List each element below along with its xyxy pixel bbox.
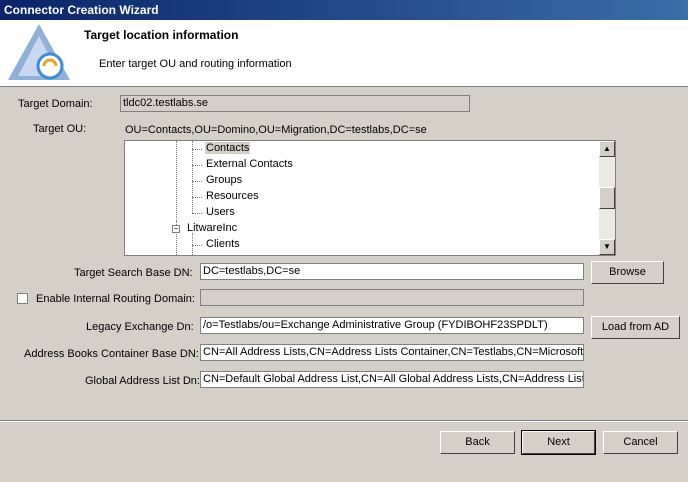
tree-item-groups[interactable]: Groups xyxy=(206,174,242,186)
tree-item-contacts[interactable]: Contacts xyxy=(205,142,251,154)
next-button[interactable]: Next xyxy=(521,430,596,455)
abc-base-dn-field[interactable]: CN=All Address Lists,CN=Address Lists Co… xyxy=(200,344,584,361)
tree-item-resources[interactable]: Resources xyxy=(206,190,259,202)
title-bar: Connector Creation Wizard xyxy=(0,0,688,20)
legacy-dn-field[interactable]: /o=Testlabs/ou=Exchange Administrative G… xyxy=(200,317,584,334)
page-title: Target location information xyxy=(84,28,239,42)
page-subtitle: Enter target OU and routing information xyxy=(99,58,292,70)
search-base-label: Target Search Base DN: xyxy=(74,267,193,279)
back-button[interactable]: Back xyxy=(440,431,515,454)
tree-item-users[interactable]: Users xyxy=(206,206,235,218)
gal-dn-field[interactable]: CN=Default Global Address List,CN=All Gl… xyxy=(200,371,584,388)
routing-field[interactable] xyxy=(200,289,584,306)
legacy-dn-label: Legacy Exchange Dn: xyxy=(86,321,194,333)
routing-checkbox[interactable] xyxy=(17,293,28,304)
footer-separator xyxy=(0,420,688,422)
ou-tree[interactable]: Contacts External Contacts Groups Resour… xyxy=(124,140,616,256)
search-base-field[interactable]: DC=testlabs,DC=se xyxy=(200,263,584,280)
tree-item-external-contacts[interactable]: External Contacts xyxy=(206,158,293,170)
target-ou-value: OU=Contacts,OU=Domino,OU=Migration,DC=te… xyxy=(125,124,427,136)
load-from-ad-button[interactable]: Load from AD xyxy=(591,316,680,339)
browse-button[interactable]: Browse xyxy=(591,261,664,284)
wizard-logo-icon xyxy=(8,24,70,80)
collapse-icon[interactable]: − xyxy=(172,225,180,233)
scroll-thumb[interactable] xyxy=(599,187,615,209)
target-domain-field[interactable]: tldc02.testlabs.se xyxy=(120,95,470,112)
target-ou-label: Target OU: xyxy=(33,123,87,135)
abc-base-dn-label: Address Books Container Base DN: xyxy=(24,348,199,360)
window-title: Connector Creation Wizard xyxy=(4,3,159,17)
target-domain-label: Target Domain: xyxy=(18,98,93,110)
tree-scrollbar[interactable]: ▲ ▼ xyxy=(599,141,615,255)
scroll-up-icon[interactable]: ▲ xyxy=(599,141,615,157)
tree-item-clients[interactable]: Clients xyxy=(206,238,240,250)
scroll-down-icon[interactable]: ▼ xyxy=(599,239,615,255)
routing-label: Enable Internal Routing Domain: xyxy=(36,293,195,305)
wizard-header: Target location information Enter target… xyxy=(0,20,688,87)
gal-dn-label: Global Address List Dn: xyxy=(85,375,200,387)
tree-item-litwareinc[interactable]: LitwareInc xyxy=(187,222,237,234)
cancel-button[interactable]: Cancel xyxy=(603,431,678,454)
